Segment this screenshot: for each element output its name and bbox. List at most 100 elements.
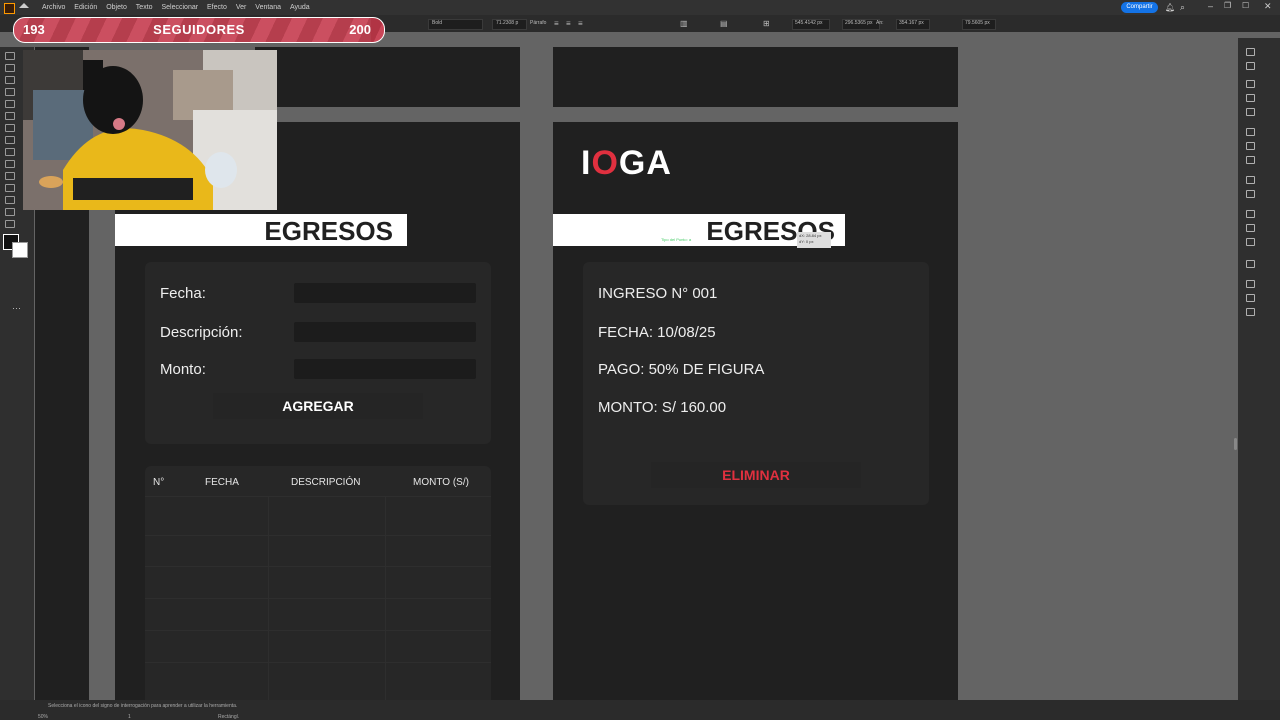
y-field[interactable]: 296.5365 px — [842, 19, 880, 30]
vertical-scrollbar[interactable] — [1234, 438, 1237, 450]
pathfinder-panel-icon[interactable] — [1246, 224, 1255, 232]
egresos-header-left: EGRESOS — [115, 214, 407, 246]
stroke-panel-icon[interactable] — [1246, 142, 1255, 150]
color-panel-icon[interactable] — [1246, 260, 1255, 268]
status-bar: Selecciona el icono del signo de interro… — [0, 700, 1280, 720]
search-icon[interactable]: ⌕ — [1180, 2, 1185, 13]
expense-table: N° FECHA DESCRIPCIÓN MONTO (S/) — [145, 466, 491, 700]
stroke-swatch[interactable] — [12, 242, 28, 258]
font-weight-select[interactable]: Bold — [428, 19, 483, 30]
monto-detail: MONTO: S/ 160.00 — [598, 399, 727, 416]
artboard-tool-icon[interactable] — [5, 220, 15, 228]
table-row — [145, 631, 491, 663]
share-button[interactable]: Compartir — [1121, 2, 1158, 13]
gradient-tool-icon[interactable] — [5, 184, 15, 192]
distribute-icon[interactable]: ▤ — [720, 19, 728, 28]
status-hint: Selecciona el icono del signo de interro… — [48, 703, 238, 709]
libraries-panel-icon[interactable] — [1246, 80, 1255, 88]
table-column-divider — [385, 496, 386, 700]
agregar-button[interactable]: AGREGAR — [213, 393, 423, 419]
artboard-right: IOGA EGRESOS Tipo del Punto: a dX: 28.84… — [553, 122, 958, 700]
align-right-icon[interactable]: ≡ — [578, 19, 583, 28]
minimize-icon[interactable]: – — [1208, 1, 1213, 11]
expense-form-card: Fecha: Descripción: Monto: AGREGAR — [145, 262, 491, 444]
ai-logo-icon[interactable] — [4, 3, 15, 14]
home-icon[interactable] — [19, 3, 29, 8]
height-field[interactable]: 79.5605 px — [962, 19, 996, 30]
swatches-panel-icon[interactable] — [1246, 128, 1255, 136]
direct-selection-tool-icon[interactable] — [5, 64, 15, 72]
transparency-panel-icon[interactable] — [1246, 176, 1255, 184]
gradient-panel-icon[interactable] — [1246, 156, 1255, 164]
brushes-panel-icon[interactable] — [1246, 94, 1255, 102]
align-center-icon[interactable]: ≡ — [566, 19, 571, 28]
fecha-label: Fecha: — [160, 285, 206, 302]
table-row — [145, 599, 491, 631]
menu-ver[interactable]: Ver — [236, 0, 247, 15]
brush-tool-icon[interactable] — [5, 124, 15, 132]
right-panel-dock — [1238, 38, 1280, 700]
align-left-icon[interactable]: ≡ — [554, 19, 559, 28]
artboard-top-right — [553, 47, 958, 107]
line-tool-icon[interactable] — [5, 100, 15, 108]
menu-efecto[interactable]: Efecto — [207, 0, 227, 15]
descripcion-input[interactable] — [294, 322, 476, 342]
artboards-panel-icon[interactable] — [1246, 280, 1255, 288]
menu-archivo[interactable]: Archivo — [42, 0, 65, 15]
font-size-field[interactable]: 71.2308 p — [492, 19, 527, 30]
table-column-divider — [268, 496, 269, 700]
fecha-input[interactable] — [294, 283, 476, 303]
table-header-n: N° — [153, 477, 165, 488]
table-header-descripcion: DESCRIPCIÓN — [291, 477, 361, 488]
menu-ayuda[interactable]: Ayuda — [290, 0, 310, 15]
x-field[interactable]: 545.4142 px — [792, 19, 830, 30]
table-row — [145, 535, 491, 567]
table-row — [145, 567, 491, 599]
followers-goal-bar: 193 SEGUIDORES 200 — [13, 17, 385, 43]
rectangle-tool-icon[interactable] — [5, 112, 15, 120]
width-field[interactable]: 354.167 px — [896, 19, 930, 30]
close-icon[interactable]: ✕ — [1264, 1, 1272, 12]
symbols-panel-icon[interactable] — [1246, 108, 1255, 116]
selection-tool-icon[interactable] — [5, 52, 15, 60]
align-panel-icon[interactable] — [1246, 210, 1255, 218]
transform-panel-icon[interactable] — [1246, 238, 1255, 246]
properties-panel-icon[interactable] — [1246, 48, 1255, 56]
followers-goal: 200 — [349, 22, 371, 37]
tool-mode[interactable]: Rectángl. — [218, 714, 239, 720]
align-objects-icon[interactable]: ▥ — [680, 19, 688, 28]
monto-label: Monto: — [160, 361, 206, 378]
shape-builder-tool-icon[interactable] — [5, 172, 15, 180]
menu-ventana[interactable]: Ventana — [255, 0, 281, 15]
zoom-level[interactable]: 50% — [38, 714, 48, 720]
layers-panel-icon[interactable] — [1246, 62, 1255, 70]
chart-tool-icon[interactable] — [5, 208, 15, 216]
artboard-top-left — [255, 47, 520, 107]
eliminar-button[interactable]: ELIMINAR — [651, 462, 861, 488]
table-row — [145, 496, 491, 536]
bell-icon[interactable]: 🔔︎ — [1165, 3, 1175, 12]
transform-icon[interactable]: ⊞ — [763, 19, 770, 28]
logo-letters-ga: GA — [618, 144, 672, 182]
menu-seleccionar[interactable]: Seleccionar — [161, 0, 198, 15]
maximize-icon[interactable]: ☐ — [1242, 1, 1249, 10]
type-tool-icon[interactable] — [5, 88, 15, 96]
rotate-tool-icon[interactable] — [5, 148, 15, 156]
appearance-panel-icon[interactable] — [1246, 190, 1255, 198]
followers-label: SEGUIDORES — [153, 22, 245, 37]
scale-tool-icon[interactable] — [5, 160, 15, 168]
restore-icon[interactable]: ❐ — [1224, 1, 1231, 10]
asset-export-panel-icon[interactable] — [1246, 308, 1255, 316]
menu-edicion[interactable]: Edición — [74, 0, 97, 15]
eyedropper-tool-icon[interactable] — [5, 196, 15, 204]
artboard-number[interactable]: 1 — [128, 714, 131, 720]
pen-tool-icon[interactable] — [5, 76, 15, 84]
monto-input[interactable] — [294, 359, 476, 379]
pencil-tool-icon[interactable] — [5, 136, 15, 144]
menu-objeto[interactable]: Objeto — [106, 0, 127, 15]
menu-texto[interactable]: Texto — [136, 0, 153, 15]
links-panel-icon[interactable] — [1246, 294, 1255, 302]
more-tools-icon[interactable]: ⋯ — [12, 303, 21, 314]
smart-guide-label: Tipo del Punto: a — [661, 237, 692, 242]
webcam-feed — [23, 50, 277, 210]
